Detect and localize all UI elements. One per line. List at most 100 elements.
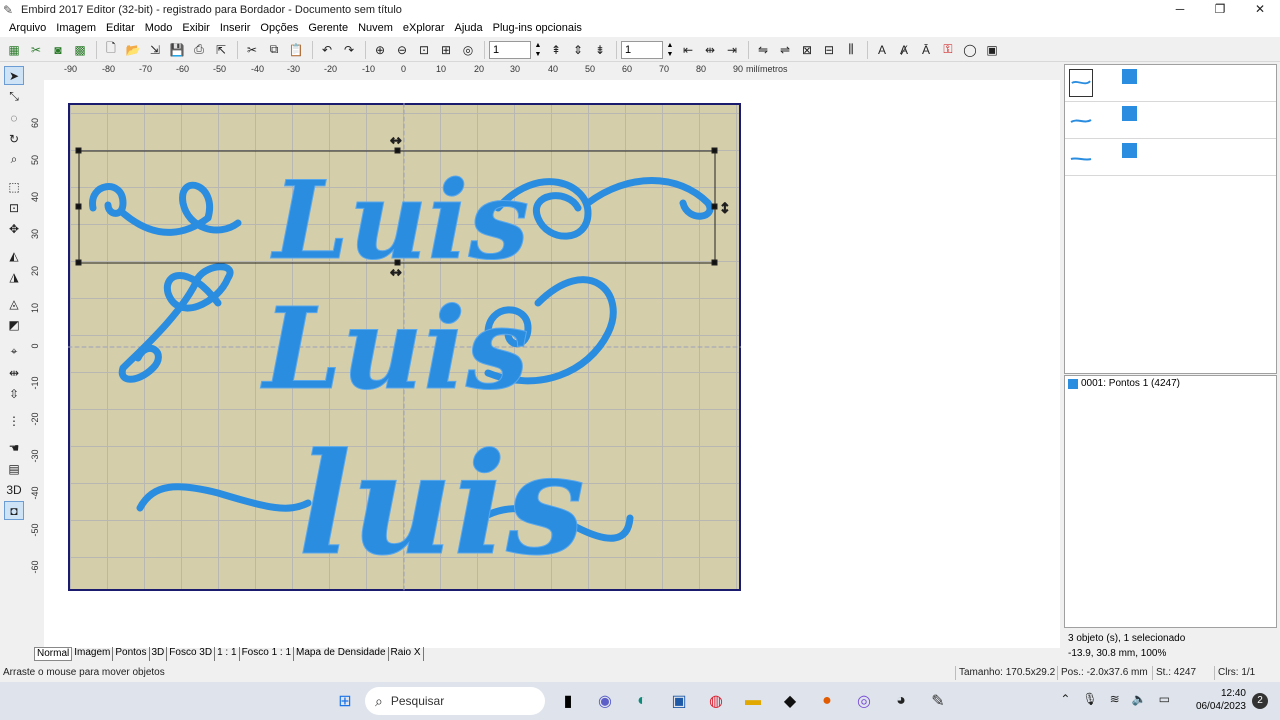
object-thumbnail[interactable] (1069, 69, 1093, 97)
lasso-icon[interactable]: ◌ (4, 108, 24, 127)
mirror-vertical-icon[interactable]: ◬ (4, 294, 24, 313)
menu-gerente[interactable]: Gerente (303, 22, 353, 34)
menu-arquivo[interactable]: Arquivo (4, 22, 51, 34)
group-icon[interactable]: ⊠ (797, 40, 817, 60)
chrome-icon[interactable]: ◍ (703, 688, 729, 714)
adobe-icon[interactable]: ◆ (777, 688, 803, 714)
zoom-fit-icon[interactable]: ⊡ (414, 40, 434, 60)
start-icon[interactable]: ⊞ (332, 688, 358, 714)
menu-opcoes[interactable]: Opções (255, 22, 303, 34)
zoom-tool-icon[interactable]: ⌕ (4, 150, 24, 169)
tab-pontos[interactable]: Pontos (113, 647, 150, 661)
speaker-icon[interactable]: 🔈 (1132, 692, 1147, 706)
color-item[interactable]: 0001: Pontos 1 (4247) (1065, 376, 1276, 391)
refresh-icon[interactable]: ◯ (960, 40, 980, 60)
align-right-icon[interactable]: ⇥ (722, 40, 742, 60)
copy-icon[interactable]: ⧉ (264, 40, 284, 60)
flip-horizontal-icon[interactable]: ◭ (4, 246, 24, 265)
rect-select-icon[interactable]: ⬚ (4, 177, 24, 196)
text-path-icon[interactable]: Ⱥ (894, 40, 914, 60)
tab-1-1[interactable]: 1 : 1 (215, 647, 240, 661)
maximize-button[interactable]: ❐ (1200, 0, 1240, 19)
embird-taskbar-icon[interactable]: ✎ (925, 688, 951, 714)
columns-icon[interactable]: ⫼ (841, 40, 861, 60)
menu-nuvem[interactable]: Nuvem (353, 22, 398, 34)
cut-icon[interactable]: ✂ (242, 40, 262, 60)
redo-icon[interactable]: ↷ (339, 40, 359, 60)
spacing-input[interactable]: 1 (621, 40, 663, 59)
object-thumbnail[interactable] (1069, 143, 1093, 171)
menu-modo[interactable]: Modo (140, 22, 178, 34)
menu-editar[interactable]: Editar (101, 22, 140, 34)
circle-icon[interactable]: ◎ (458, 40, 478, 60)
chevron-up-icon[interactable]: ⌃ (1060, 692, 1070, 706)
zoom-out-icon[interactable]: ⊖ (392, 40, 412, 60)
print-icon[interactable]: ⎙ (189, 40, 209, 60)
align-left-icon[interactable]: ⇤ (678, 40, 698, 60)
menu-exibir[interactable]: Exibir (177, 22, 215, 34)
menu-ajuda[interactable]: Ajuda (450, 22, 488, 34)
select-arrow-icon[interactable]: ➤ (4, 66, 24, 85)
menu-inserir[interactable]: Inserir (215, 22, 256, 34)
object-color-swatch[interactable] (1122, 69, 1137, 84)
minimize-button[interactable]: ─ (1160, 0, 1200, 19)
realistic-view-icon[interactable]: ◘ (4, 501, 24, 520)
ruler-icon[interactable]: ▤ (4, 459, 24, 478)
zoom-all-icon[interactable]: ⊞ (436, 40, 456, 60)
import-icon[interactable]: ⇲ (145, 40, 165, 60)
center-v-icon[interactable]: ⇳ (4, 384, 24, 403)
object-thumbnail[interactable] (1069, 106, 1093, 134)
edge-icon[interactable]: ◐ (629, 688, 655, 714)
tab-fosco-3d[interactable]: Fosco 3D (167, 647, 216, 661)
menu-explorar[interactable]: eXplorar (398, 22, 450, 34)
undo-icon[interactable]: ↶ (317, 40, 337, 60)
notification-badge[interactable]: 2 (1252, 693, 1268, 709)
chat-icon[interactable]: ◉ (592, 688, 618, 714)
object-row-2[interactable] (1065, 102, 1276, 139)
rotate-icon[interactable]: ↻ (4, 129, 24, 148)
hand-icon[interactable]: ☚ (4, 438, 24, 457)
object-row-3[interactable] (1065, 139, 1276, 176)
taskbar-search[interactable]: ⌕ Pesquisar (365, 687, 545, 715)
repeat-count-input[interactable]: 1 (489, 40, 531, 59)
export-icon[interactable]: ⇱ (211, 40, 231, 60)
open-icon[interactable]: 📂 (123, 40, 143, 60)
save-icon[interactable]: 💾 (167, 40, 187, 60)
key-icon[interactable]: ⚿ (938, 40, 958, 60)
node-select-icon[interactable]: ⤡ (4, 87, 24, 106)
store-icon[interactable]: ▣ (666, 688, 692, 714)
move-icon[interactable]: ✥ (4, 219, 24, 238)
spin-icon[interactable]: ▲ ▼ (665, 41, 675, 59)
center-h-icon[interactable]: ⇹ (4, 363, 24, 382)
menu-plugins[interactable]: Plug-ins opcionais (488, 22, 587, 34)
align-top-icon[interactable]: ⇞ (546, 40, 566, 60)
zoom-in-icon[interactable]: ⊕ (370, 40, 390, 60)
distribute-icon[interactable]: ⇌ (775, 40, 795, 60)
object-color-swatch[interactable] (1122, 143, 1137, 158)
menu-imagem[interactable]: Imagem (51, 22, 101, 34)
ungroup-icon[interactable]: ⊟ (819, 40, 839, 60)
new-design-icon[interactable]: ▦ (4, 40, 24, 60)
monogram-icon[interactable]: Ā (916, 40, 936, 60)
skew-icon[interactable]: ◮ (4, 267, 24, 286)
task-view-icon[interactable]: ▮ (555, 688, 581, 714)
crop-icon[interactable]: ⊡ (4, 198, 24, 217)
close-button[interactable]: ✕ (1240, 0, 1280, 19)
clock[interactable]: 12:40 06/04/2023 (1196, 687, 1246, 713)
align-center-icon[interactable]: ⇹ (700, 40, 720, 60)
stitch-icon[interactable]: ⋮ (4, 411, 24, 430)
spin-icon[interactable]: ▲ ▼ (533, 41, 543, 59)
embroidery-design[interactable]: Luis Luis luis ↔ ↔ ↕ (68, 103, 741, 591)
obs-icon[interactable]: ◕ (888, 688, 914, 714)
tab-mapa-densidade[interactable]: Mapa de Densidade (294, 647, 389, 661)
mirror-diagonal-icon[interactable]: ◩ (4, 315, 24, 334)
mirror-icon[interactable]: ⇋ (753, 40, 773, 60)
tab-3d[interactable]: 3D (150, 647, 168, 661)
disk-icon[interactable]: ▣ (982, 40, 1002, 60)
tab-fosco-1-1[interactable]: Fosco 1 : 1 (240, 647, 295, 661)
align-bottom-icon[interactable]: ⇟ (590, 40, 610, 60)
new-file-icon[interactable]: 🗋 (101, 40, 121, 60)
tab-normal[interactable]: Normal (34, 647, 73, 661)
object-color-swatch[interactable] (1122, 106, 1137, 121)
grid-icon[interactable]: ▩ (70, 40, 90, 60)
